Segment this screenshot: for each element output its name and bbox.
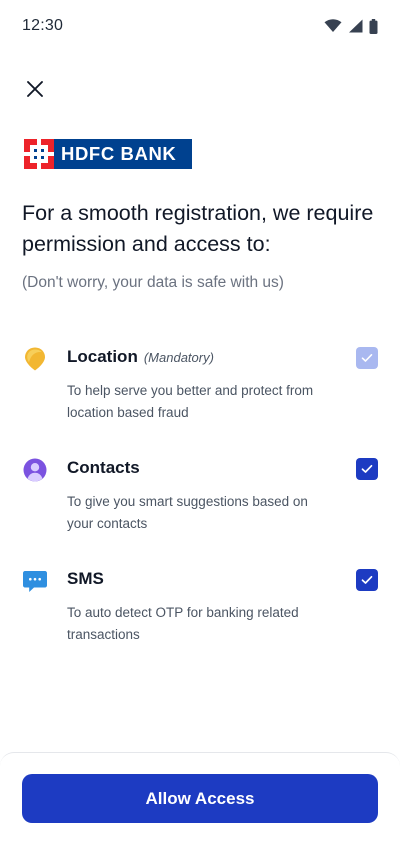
sms-checkbox[interactable] xyxy=(356,569,378,591)
signal-icon xyxy=(349,19,363,33)
location-pin-icon xyxy=(25,347,45,371)
permission-sms-title: SMS xyxy=(67,568,104,590)
logo-wordmark: HDFC BANK xyxy=(61,143,177,164)
hdfc-bank-logo: HDFC BANK xyxy=(24,139,192,169)
checkmark-icon xyxy=(361,354,373,362)
contacts-checkbox[interactable] xyxy=(356,458,378,480)
permission-location-label: Location xyxy=(67,347,138,366)
allow-access-button[interactable]: Allow Access xyxy=(22,774,378,823)
battery-icon xyxy=(369,18,378,34)
hdfc-logo-mark xyxy=(24,139,54,169)
permission-location-title: Location (Mandatory) xyxy=(67,346,214,369)
wifi-icon xyxy=(324,19,342,32)
status-icons xyxy=(324,18,378,34)
chat-bubble-icon xyxy=(23,571,47,592)
page-title: For a smooth registration, we require pe… xyxy=(22,201,374,256)
close-icon xyxy=(27,81,43,97)
mandatory-note: (Mandatory) xyxy=(143,350,214,365)
status-bar: 12:30 xyxy=(0,0,400,52)
permission-sms-description: To auto detect OTP for banking related t… xyxy=(67,605,299,642)
permission-contacts-title: Contacts xyxy=(67,457,140,479)
page-subtitle: (Don't worry, your data is safe with us) xyxy=(22,274,284,291)
footer-bar: Allow Access xyxy=(0,752,400,844)
location-checkbox[interactable] xyxy=(356,347,378,369)
permission-sms-label: SMS xyxy=(67,569,104,588)
close-button[interactable] xyxy=(22,76,48,102)
permission-contacts-description: To give you smart suggestions based on y… xyxy=(67,494,308,531)
status-time: 12:30 xyxy=(22,17,64,34)
permission-location-description: To help serve you better and protect fro… xyxy=(67,383,314,420)
permission-screen: 12:30 HDFC BANK For a smooth registratio… xyxy=(0,0,400,844)
checkmark-icon xyxy=(361,464,373,473)
checkmark-icon xyxy=(361,575,373,584)
permission-contacts-label: Contacts xyxy=(67,458,140,477)
contact-person-icon xyxy=(23,458,47,482)
